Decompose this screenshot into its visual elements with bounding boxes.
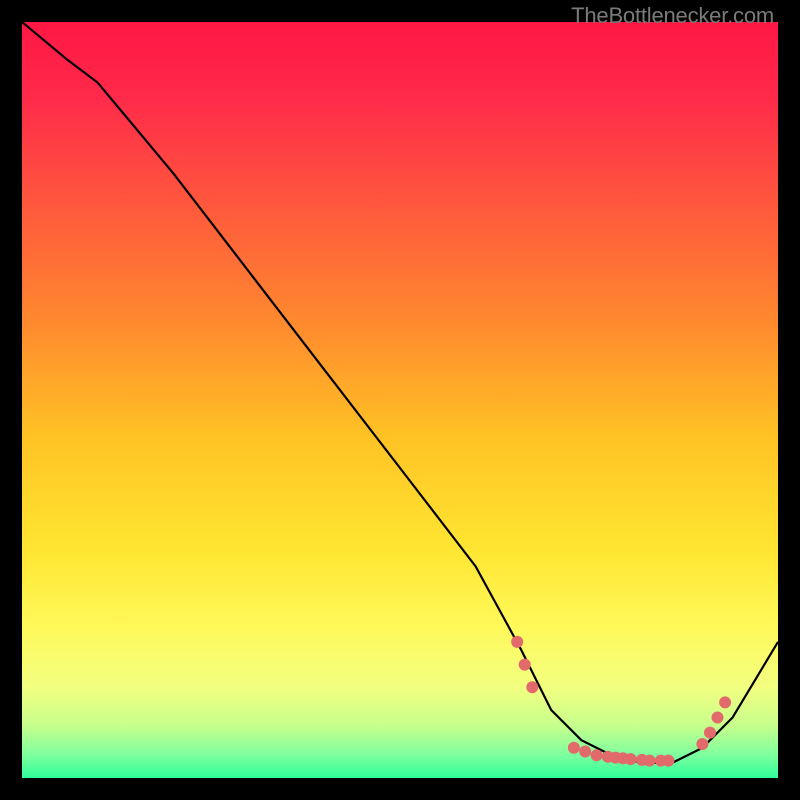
- data-point: [696, 738, 708, 750]
- data-point: [526, 681, 538, 693]
- data-point: [719, 696, 731, 708]
- chart-frame: [22, 22, 778, 778]
- data-point: [519, 659, 531, 671]
- chart-background: [22, 22, 778, 778]
- bottleneck-chart: [22, 22, 778, 778]
- data-point: [625, 753, 637, 765]
- data-point: [704, 727, 716, 739]
- data-point: [511, 636, 523, 648]
- data-point: [712, 712, 724, 724]
- data-point: [579, 746, 591, 758]
- data-point: [591, 749, 603, 761]
- data-point: [568, 742, 580, 754]
- watermark-text: TheBottlenecker.com: [571, 3, 774, 29]
- data-point: [644, 755, 656, 767]
- data-point: [662, 755, 674, 767]
